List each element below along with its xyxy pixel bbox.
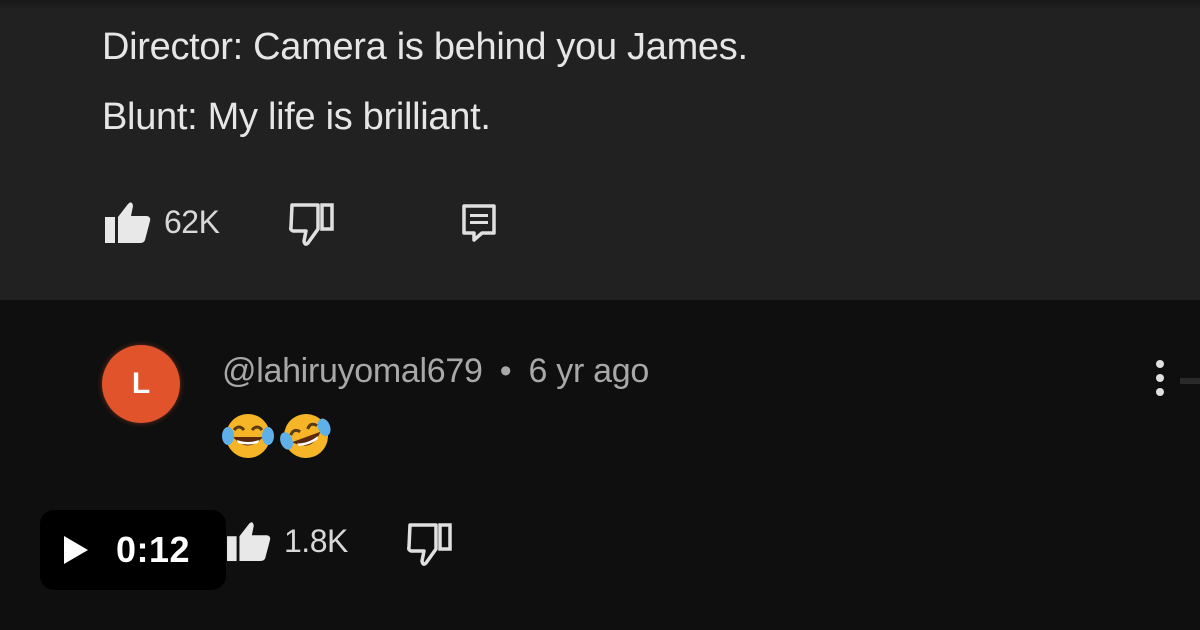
comment-line-2: Blunt: My life is brilliant. [102,96,491,138]
more-vertical-icon[interactable] [1148,360,1172,404]
comment-reply-button[interactable] [462,204,496,242]
reply-icon [462,204,496,242]
thumbs-up-icon [226,520,272,562]
reply-like-count: 1.8K [284,522,348,559]
video-duration-badge[interactable]: 0:12 [40,510,226,590]
reply-time[interactable]: 6 yr ago [529,352,650,390]
reply-like-button[interactable]: 1.8K [226,520,348,562]
play-icon [64,536,88,564]
edge-divider [1180,378,1200,384]
reply-dislike-button[interactable] [406,522,456,566]
avatar[interactable]: L [102,345,180,423]
thumbs-down-icon [288,202,338,246]
cropped-line-fade [0,0,1200,10]
reply-handle[interactable]: @lahiruyomal679 [222,352,483,390]
reply-body [220,410,334,460]
comment-like-count: 62K [164,203,220,240]
rolling-on-floor-laughing-icon [280,414,331,458]
comment-dislike-button[interactable] [288,202,338,246]
comment-like-button[interactable]: 62K [104,200,220,244]
thumbs-down-icon [406,522,456,566]
video-frame: Director: Camera is behind you James. Bl… [0,0,1200,630]
parent-comment: Director: Camera is behind you James. Bl… [0,0,1200,300]
meta-separator: • [499,352,512,390]
video-duration: 0:12 [116,529,191,570]
thumbs-up-icon [104,200,152,244]
avatar-letter: L [131,367,151,400]
comment-line-1: Director: Camera is behind you James. [102,26,748,68]
face-with-tears-of-joy-icon [222,414,274,458]
reply-meta: @lahiruyomal679 • 6 yr ago [222,352,649,391]
